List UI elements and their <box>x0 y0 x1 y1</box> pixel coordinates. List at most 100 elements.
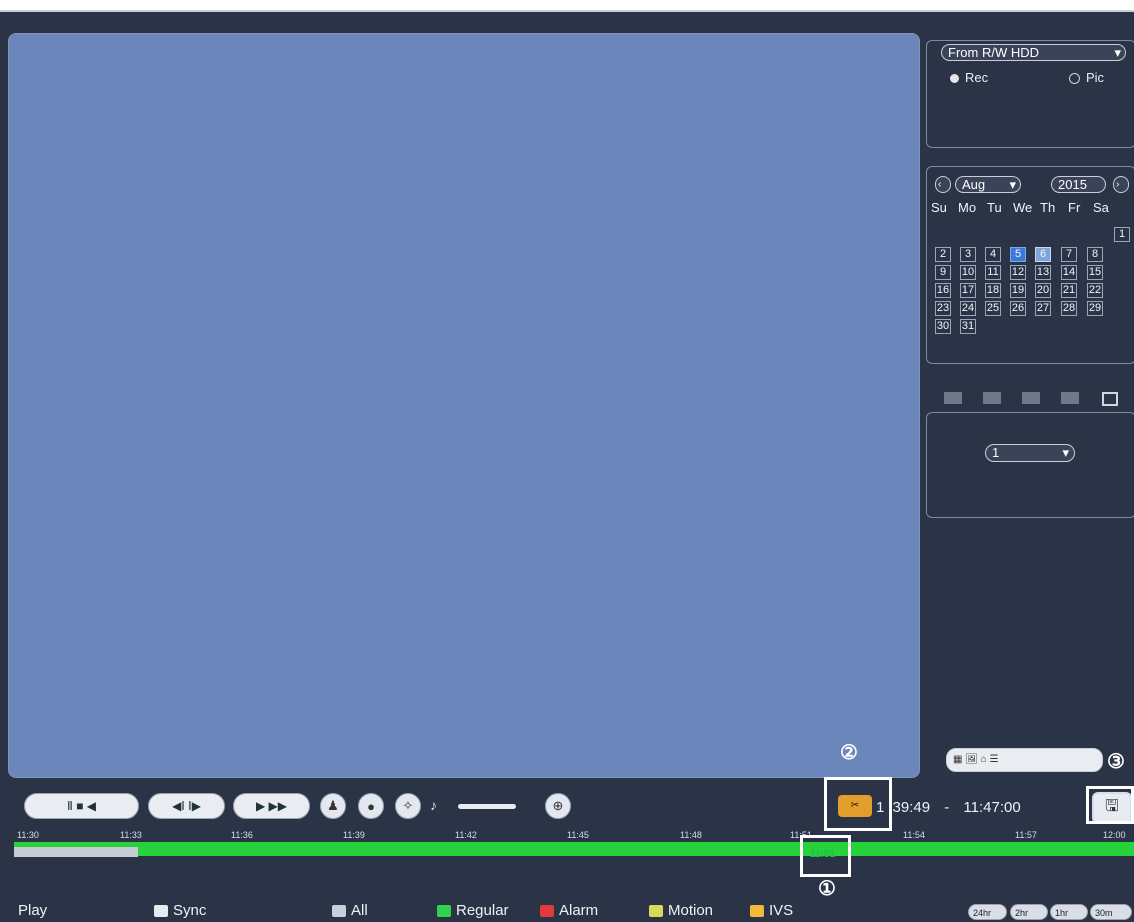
month-select[interactable]: Aug ▾ <box>955 176 1021 193</box>
timeline-tick: 11:36 <box>231 830 253 840</box>
volume-icon[interactable]: ♪ <box>430 797 437 813</box>
calendar-day[interactable]: 15 <box>1087 265 1103 280</box>
timeline-bar[interactable] <box>14 842 1134 856</box>
calendar-day[interactable]: 17 <box>960 283 976 298</box>
calendar-day[interactable]: 26 <box>1010 301 1026 316</box>
calendar-day[interactable]: 27 <box>1035 301 1051 316</box>
callout-1: ① <box>818 878 836 900</box>
calendar-day[interactable]: 23 <box>935 301 951 316</box>
calendar-day[interactable]: 12 <box>1010 265 1026 280</box>
channel-value: 1 <box>992 445 1000 460</box>
calendar-day[interactable]: 20 <box>1035 283 1051 298</box>
legend-play: Play <box>18 902 47 919</box>
zoom-30m-button[interactable]: 30m <box>1090 904 1132 920</box>
frame-step-buttons[interactable]: ◀Ⅰ Ⅰ▶ <box>148 793 225 819</box>
calendar-day[interactable]: 14 <box>1061 265 1077 280</box>
start-time-rest: 39:49 <box>892 799 931 816</box>
prev-month-button[interactable]: ‹ <box>935 176 951 193</box>
calendar-day[interactable]: 16 <box>935 283 951 298</box>
alarm-label: Alarm <box>559 902 599 919</box>
zoom-icon[interactable]: ⊕ <box>545 793 571 819</box>
snapshot-icon[interactable]: ● <box>358 793 384 819</box>
motion-check-icon <box>649 904 663 917</box>
calendar-day[interactable]: 13 <box>1035 265 1051 280</box>
calendar-day[interactable]: 28 <box>1061 301 1077 316</box>
chevron-down-icon: ▾ <box>1009 177 1016 192</box>
callout-2: ② <box>840 742 858 764</box>
calendar-day[interactable]: 22 <box>1087 283 1103 298</box>
all-check-icon <box>332 904 346 917</box>
callout-box-3 <box>1086 786 1134 824</box>
calendar-day[interactable]: 31 <box>960 319 976 334</box>
layout-1-icon[interactable] <box>944 392 962 404</box>
calendar-day[interactable]: 4 <box>985 247 1001 262</box>
calendar-day[interactable]: 9 <box>935 265 951 280</box>
zoom-2hr-button[interactable]: 2hr <box>1010 904 1048 920</box>
ivs-check-icon <box>750 904 764 917</box>
source-select[interactable]: From R/W HDD ▾ <box>941 44 1126 61</box>
fullscreen-icon[interactable] <box>1102 392 1118 406</box>
video-area[interactable] <box>8 33 920 778</box>
weekday: We <box>1013 200 1033 215</box>
timeline-tick: 11:48 <box>680 830 702 840</box>
calendar-day[interactable]: 21 <box>1061 283 1077 298</box>
volume-slider[interactable] <box>458 804 516 809</box>
calendar-day[interactable]: 30 <box>935 319 951 334</box>
calendar-day[interactable]: 18 <box>985 283 1001 298</box>
weekday: Th <box>1040 200 1056 215</box>
view-mode-switch[interactable]: ▦ 🖼 ⌂ ☰ <box>946 748 1103 772</box>
pause-stop-reverse-buttons[interactable]: Ⅱ ■ ◀ <box>24 793 139 819</box>
calendar-day[interactable]: 11 <box>985 265 1001 280</box>
rec-radio[interactable]: Rec <box>950 70 988 85</box>
layout-4-icon[interactable] <box>983 392 1001 404</box>
alarm-checkbox[interactable]: Alarm <box>540 902 598 919</box>
tag-icon[interactable]: ✧ <box>395 793 421 819</box>
motion-label: Motion <box>668 902 714 919</box>
regular-checkbox[interactable]: Regular <box>437 902 509 919</box>
calendar-day-highlighted[interactable]: 5 <box>1010 247 1026 262</box>
calendar-day[interactable]: 24 <box>960 301 976 316</box>
calendar-day[interactable]: 2 <box>935 247 951 262</box>
calendar-day[interactable]: 1 <box>1114 227 1130 242</box>
layout-9-icon[interactable] <box>1022 392 1040 404</box>
calendar-day-selected[interactable]: 6 <box>1035 247 1051 262</box>
channel-select[interactable]: 1 ▾ <box>985 444 1075 462</box>
sync-label: Sync <box>173 902 207 919</box>
zoom-1hr-button[interactable]: 1hr <box>1050 904 1088 920</box>
timeline-tick: 12:00 <box>1103 830 1126 840</box>
motion-checkbox[interactable]: Motion <box>649 902 713 919</box>
ivs-checkbox[interactable]: IVS <box>750 902 793 919</box>
calendar-day[interactable]: 25 <box>985 301 1001 316</box>
weekday: Su <box>931 200 947 215</box>
calendar-day[interactable]: 8 <box>1087 247 1103 262</box>
chevron-down-icon: ▾ <box>1062 445 1069 460</box>
calendar-day[interactable]: 3 <box>960 247 976 262</box>
timeline-empty-range <box>14 847 138 857</box>
calendar-day[interactable]: 10 <box>960 265 976 280</box>
layout-16-icon[interactable] <box>1061 392 1079 404</box>
callout-box-1 <box>800 835 851 877</box>
callout-box-2 <box>824 777 892 831</box>
radio-unselected-icon <box>1069 73 1080 85</box>
zoom-24hr-label: 24hr <box>973 908 992 918</box>
sync-checkbox[interactable]: Sync <box>154 902 206 919</box>
end-time: 11:47:00 <box>963 799 1021 816</box>
ivs-label: IVS <box>769 902 794 919</box>
source-select-value: From R/W HDD <box>948 45 1039 60</box>
year-select[interactable]: 2015 <box>1051 176 1106 193</box>
pic-radio[interactable]: Pic <box>1069 70 1104 85</box>
calendar-day[interactable]: 7 <box>1061 247 1077 262</box>
chevron-down-icon: ▾ <box>1114 45 1121 60</box>
timeline-tick: 11:54 <box>903 830 925 840</box>
calendar-day[interactable]: 29 <box>1087 301 1103 316</box>
timeline-tick: 11:42 <box>455 830 477 840</box>
callout-3: ③ <box>1107 751 1125 773</box>
zoom-1hr-label: 1hr <box>1055 908 1069 918</box>
calendar-day[interactable]: 19 <box>1010 283 1026 298</box>
alarm-check-icon <box>540 904 554 917</box>
fast-forward-buttons[interactable]: ▶ ▶▶ <box>233 793 310 819</box>
zoom-24hr-button[interactable]: 24hr <box>968 904 1007 920</box>
next-month-button[interactable]: › <box>1113 176 1129 193</box>
smart-search-icon[interactable]: ♟ <box>320 793 346 819</box>
all-checkbox[interactable]: All <box>332 902 368 919</box>
